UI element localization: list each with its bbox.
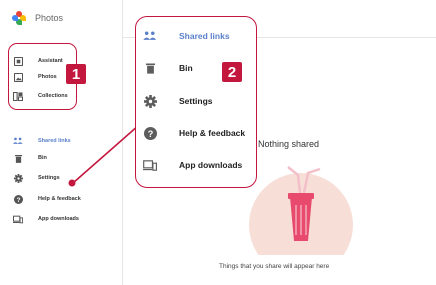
menu-item-help[interactable]: ? Help & feedback <box>136 116 256 150</box>
menu-item-label: App downloads <box>179 160 243 170</box>
devices-icon <box>143 158 157 172</box>
menu-item-label: Help & feedback <box>179 128 246 138</box>
bin-icon <box>143 61 157 75</box>
zoomed-menu: Shared links Bin Settings ? Help & feedb… <box>135 16 257 188</box>
menu-item-label: Shared links <box>179 31 230 41</box>
help-icon: ? <box>143 126 157 140</box>
gear-icon <box>143 94 157 108</box>
empty-state-title: Nothing shared <box>258 139 320 149</box>
menu-item-label: Bin <box>179 63 193 73</box>
menu-item-label: Settings <box>179 96 213 106</box>
menu-item-app-downloads[interactable]: App downloads <box>136 148 256 182</box>
svg-text:?: ? <box>147 128 153 138</box>
menu-item-shared-links[interactable]: Shared links <box>136 19 256 53</box>
empty-state-caption: Things that you share will appear here <box>219 263 330 270</box>
badge-2: 2 <box>222 62 242 82</box>
menu-item-settings[interactable]: Settings <box>136 84 256 118</box>
shared-links-icon <box>143 29 157 43</box>
